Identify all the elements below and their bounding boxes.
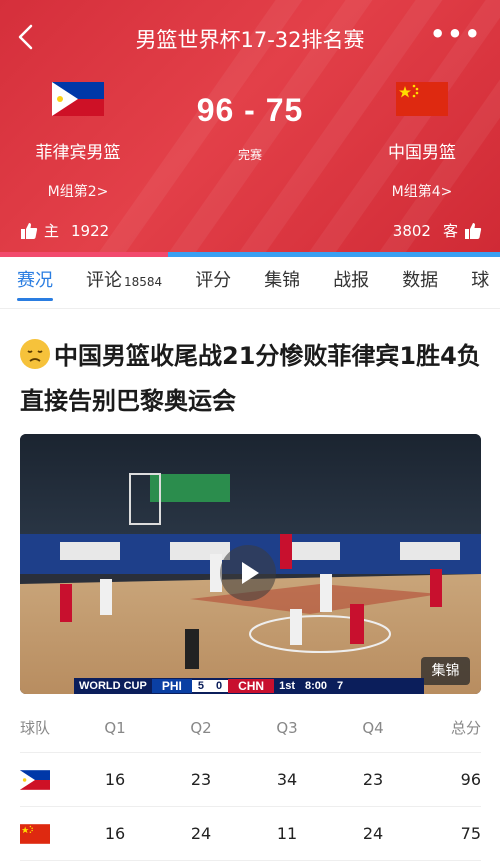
header-team: 球队 — [20, 719, 51, 737]
home-team-group[interactable]: M组第2> — [3, 181, 153, 201]
scorebug-score2: 0 — [209, 680, 229, 692]
table-header: 球队 Q1 Q2 Q3 Q4 总分 — [20, 703, 481, 753]
table-row: 16 23 34 23 96 — [20, 753, 481, 807]
comment-count: 18584 — [124, 274, 163, 289]
more-icon[interactable]: ••• — [430, 22, 482, 46]
video-scorebug: WORLD CUP PHI 5 0 CHN 1st 8:00 7 — [74, 678, 424, 694]
tab-highlights[interactable]: 集锦 — [247, 257, 316, 308]
china-flag — [20, 823, 50, 844]
header-total: 总分 — [450, 719, 481, 737]
top-bar: 男篮世界杯17-32排名赛 ••• — [0, 18, 500, 58]
header-q3: Q3 — [276, 718, 298, 737]
quarter-score-table: 球队 Q1 Q2 Q3 Q4 总分 16 23 34 23 96 16 24 1… — [20, 703, 481, 861]
thumbs-up-icon — [21, 222, 38, 239]
away-vote-count: 3802 — [392, 221, 431, 240]
total-score: 96 — [460, 770, 481, 789]
q4-score: 23 — [362, 770, 384, 789]
tab-bar: 赛况 评论 18584 评分 集锦 战报 数据 球 — [0, 257, 500, 309]
home-vote-count: 1922 — [71, 221, 110, 240]
tab-ratings[interactable]: 评分 — [178, 257, 247, 308]
match-status: 完赛 — [237, 148, 262, 162]
table-row: 16 24 11 24 75 — [20, 807, 481, 861]
disappointed-face-icon — [20, 339, 50, 369]
china-flag — [396, 82, 448, 116]
away-team-name: 中国男篮 — [388, 143, 456, 163]
home-team[interactable]: 菲律宾男篮 M组第2> — [3, 82, 153, 201]
away-team[interactable]: 中国男篮 M组第4> — [347, 82, 497, 201]
home-vote[interactable]: 主 1922 — [20, 220, 115, 241]
thumbs-up-icon — [465, 222, 482, 239]
away-team-group[interactable]: M组第4> — [347, 181, 497, 201]
tab-report[interactable]: 战报 — [316, 257, 385, 308]
play-button[interactable] — [220, 545, 276, 601]
q2-score: 24 — [190, 824, 212, 843]
page-title: 男篮世界杯17-32排名赛 — [135, 28, 365, 52]
q4-score: 24 — [362, 824, 384, 843]
tab-players[interactable]: 球 — [454, 257, 500, 308]
header-q2: Q2 — [190, 718, 212, 737]
row-flag — [20, 823, 72, 844]
q2-score: 23 — [190, 770, 212, 789]
scorebug-shot-clock: 7 — [337, 680, 344, 692]
total-score: 75 — [460, 824, 481, 843]
row-flag — [20, 769, 72, 790]
home-vote-label: 主 — [44, 222, 60, 240]
header-q4: Q4 — [362, 718, 384, 737]
tab-comments[interactable]: 评论 18584 — [69, 257, 178, 308]
tab-overview[interactable]: 赛况 — [0, 257, 69, 308]
q1-score: 16 — [104, 824, 126, 843]
philippines-flag — [20, 769, 50, 790]
q3-score: 11 — [276, 824, 298, 843]
philippines-flag — [52, 82, 104, 116]
header-q1: Q1 — [104, 718, 126, 737]
away-vote-label: 客 — [442, 222, 458, 240]
highlight-tag: 集锦 — [421, 657, 470, 685]
article-headline[interactable]: 中国男篮收尾战21分惨败菲律宾1胜4负直接告别巴黎奥运会 — [20, 334, 482, 424]
tab-stats[interactable]: 数据 — [385, 257, 454, 308]
away-vote[interactable]: 3802 客 — [387, 220, 482, 241]
scorebug-event: WORLD CUP — [79, 680, 147, 692]
q3-score: 34 — [276, 770, 298, 789]
home-team-name: 菲律宾男篮 — [35, 143, 121, 163]
match-header: 男篮世界杯17-32排名赛 ••• 菲律宾男篮 M组第2> 96 - 75 完赛… — [0, 0, 500, 252]
scorebug-team2: CHN — [228, 679, 275, 693]
scorebug-score1: 5 — [191, 680, 210, 692]
scorebug-period: 1st — [279, 680, 295, 692]
scorebug-team1: PHI — [151, 679, 192, 693]
q1-score: 16 — [104, 770, 126, 789]
scorebug-clock: 8:00 — [305, 680, 328, 692]
match-score: 96 - 75 — [196, 92, 304, 128]
